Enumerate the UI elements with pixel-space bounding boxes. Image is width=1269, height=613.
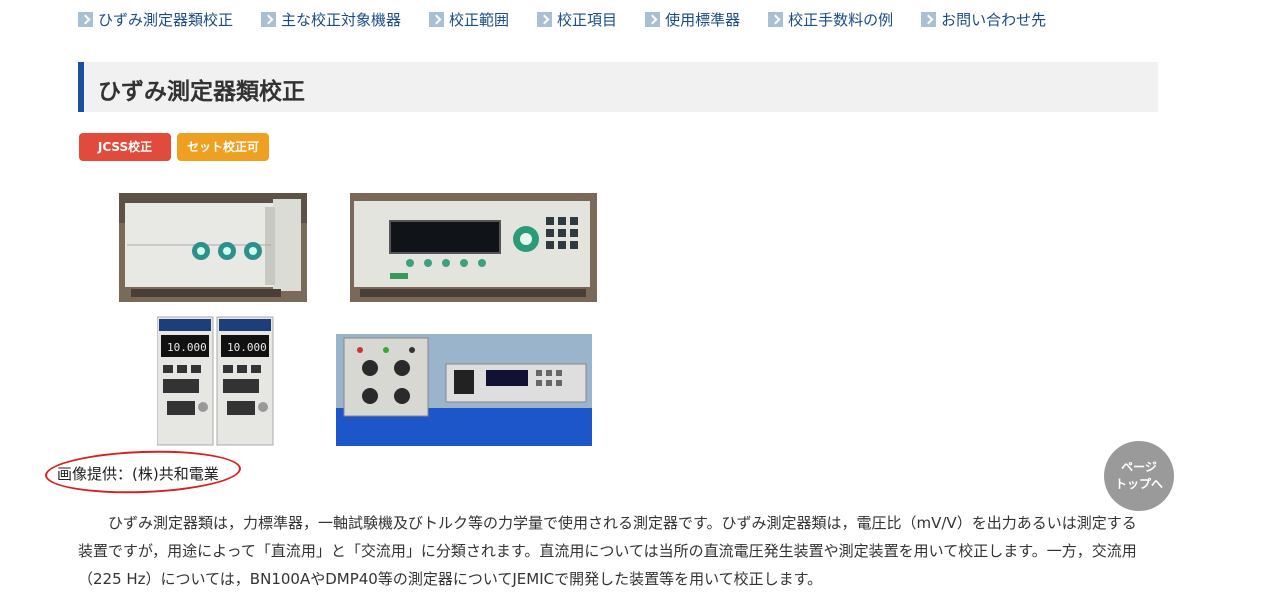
svg-text:10.000: 10.000	[167, 341, 207, 354]
nav-item-items[interactable]: 校正項目	[537, 9, 617, 30]
nav-item-target-devices[interactable]: 主な校正対象機器	[261, 9, 401, 30]
jcss-badge: JCSS校正	[79, 133, 171, 161]
nav-label: ひずみ測定器類校正	[98, 11, 234, 29]
chevron-right-icon	[921, 12, 937, 27]
page-top-label-2: トップへ	[1114, 477, 1163, 491]
page-top-label-1: ページ	[1121, 460, 1157, 474]
page-title: ひずみ測定器類校正	[98, 79, 305, 105]
page-title-bar: ひずみ測定器類校正	[78, 62, 1158, 112]
dpm-strain-amplifier-image: 10.000 10.000	[157, 315, 277, 447]
bridge-box-meter-image	[336, 334, 592, 446]
chevron-right-icon	[78, 12, 93, 27]
nav-item-fees[interactable]: 校正手数料の例	[768, 9, 893, 30]
nav-label: 校正項目	[557, 11, 618, 29]
nav-label: 使用標準器	[665, 11, 741, 29]
nav-item-contact[interactable]: お問い合わせ先	[921, 9, 1046, 30]
chevron-right-icon	[429, 12, 445, 27]
description-paragraph: ひずみ測定器類は，力標準器，一軸試験機及びトルク等の力学量で使用される測定器です…	[78, 514, 1137, 588]
nav-label: お問い合わせ先	[941, 11, 1047, 29]
voltage-ratio-standard-image	[350, 193, 597, 302]
nav-item-range[interactable]: 校正範囲	[429, 9, 509, 30]
nav-item-standards[interactable]: 使用標準器	[645, 9, 740, 30]
nav-label: 校正範囲	[449, 11, 510, 29]
chevron-right-icon	[537, 12, 553, 27]
nav-label: 校正手数料の例	[788, 11, 894, 29]
chevron-right-icon	[645, 12, 661, 27]
image-credit-caption: 画像提供：(株)共和電業	[57, 465, 219, 483]
set-calibration-badge: セット校正可	[177, 133, 269, 161]
chevron-right-icon	[768, 12, 784, 27]
nav-label: 主な校正対象機器	[281, 11, 402, 29]
svg-text:10.000: 10.000	[227, 341, 267, 354]
top-nav: ひずみ測定器類校正 主な校正対象機器 校正範囲 校正項目 使用標準器 校正手数料…	[78, 9, 1074, 30]
strain-gauge-calibrator-image	[119, 193, 307, 302]
nav-item-strain[interactable]: ひずみ測定器類校正	[78, 9, 233, 30]
description: ひずみ測定器類は，力標準器，一軸試験機及びトルク等の力学量で使用される測定器です…	[78, 509, 1148, 593]
page-top-button[interactable]: ページ トップへ	[1104, 441, 1174, 511]
chevron-right-icon	[261, 12, 277, 27]
